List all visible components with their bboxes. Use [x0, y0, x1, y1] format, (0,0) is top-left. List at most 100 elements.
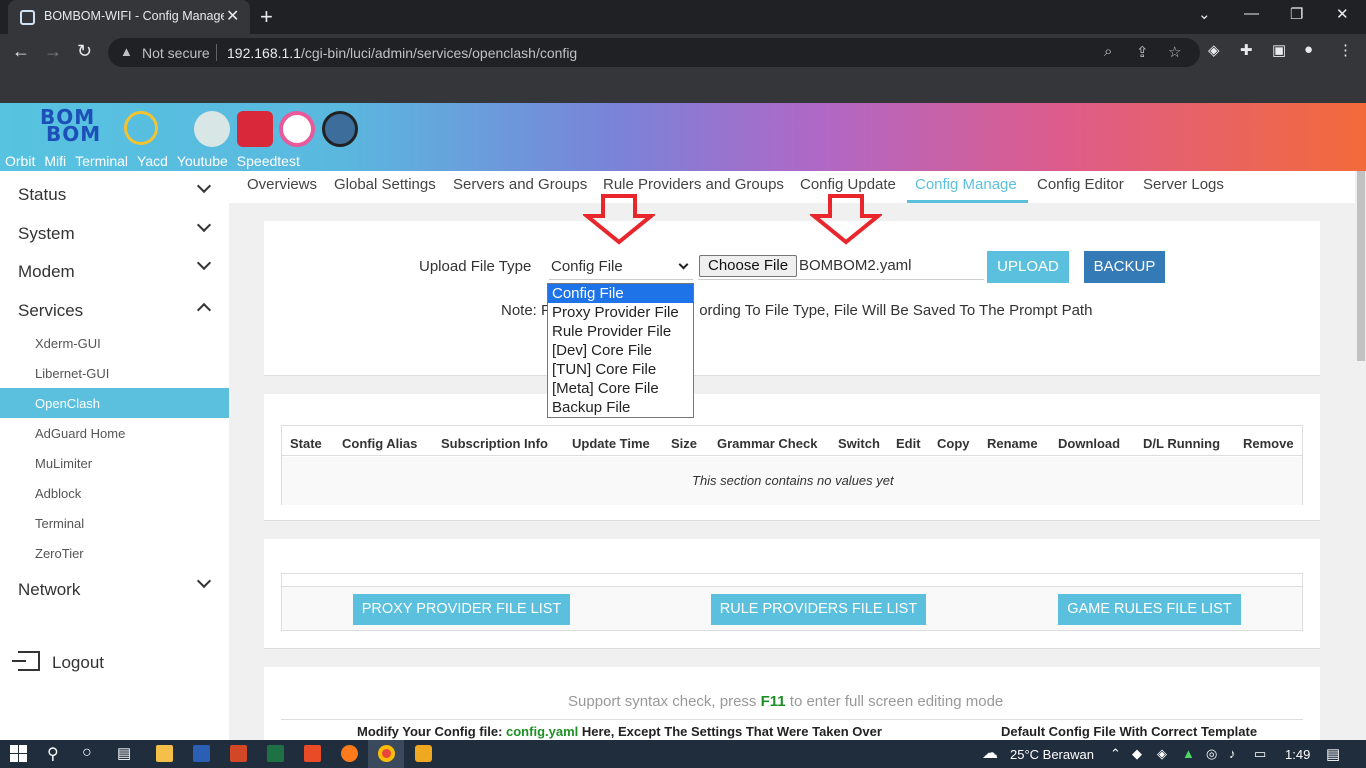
sidebar-sub-terminal[interactable]: Terminal	[0, 508, 229, 538]
tray-app-icon[interactable]: ◆	[1132, 746, 1142, 762]
window-close-icon[interactable]: ✕	[1336, 5, 1349, 23]
logout-icon[interactable]	[12, 651, 40, 671]
toplink-speedtest[interactable]: Speedtest	[237, 153, 300, 169]
restore-icon[interactable]: ❐	[1290, 5, 1303, 23]
share-icon[interactable]: ⇪	[1136, 43, 1149, 61]
tab-server-logs[interactable]: Server Logs	[1143, 176, 1224, 193]
sidebar-sub-openclash[interactable]: OpenClash	[0, 388, 229, 418]
profile-icon[interactable]: ●	[1304, 41, 1313, 58]
option-backup[interactable]: Backup File	[548, 398, 693, 417]
logo[interactable]: BOM BOM	[40, 107, 101, 144]
tab-config-manage[interactable]: Config Manage	[915, 176, 1017, 193]
sidebar-item-services[interactable]: Services	[0, 290, 229, 329]
toplink-youtube[interactable]: Youtube	[177, 153, 228, 169]
cortana-icon[interactable]: ○	[82, 744, 92, 762]
close-tab-icon[interactable]: ✕	[226, 6, 239, 26]
zoom-icon[interactable]: ⌕	[1104, 43, 1112, 60]
sidebar-item-modem[interactable]: Modem	[0, 251, 229, 290]
volume-icon[interactable]: ♪	[1229, 746, 1236, 761]
upload-type-select[interactable]: Config File	[549, 252, 693, 280]
tray-drive-icon[interactable]: ▲	[1182, 746, 1195, 761]
reload-icon[interactable]: ↻	[77, 41, 92, 62]
clock-time[interactable]: 1:49	[1285, 747, 1310, 762]
editor-panel: Support syntax check, press F11 to enter…	[264, 667, 1320, 740]
toplink-terminal[interactable]: Terminal	[75, 153, 128, 169]
mascot-icon-1[interactable]	[194, 111, 230, 147]
office-icon[interactable]	[304, 745, 321, 762]
toplink-mifi[interactable]: Mifi	[44, 153, 66, 169]
option-tun-core[interactable]: [TUN] Core File	[548, 360, 693, 379]
firefox-icon[interactable]	[341, 745, 358, 762]
game-rules-list-button[interactable]: GAME RULES FILE LIST	[1058, 594, 1241, 625]
sidebar-sub-label: AdGuard Home	[35, 426, 126, 441]
weather-cloud-icon[interactable]: ☁	[982, 743, 998, 763]
browser-tab[interactable]: BOMBOM-WIFI - Config Manage ✕	[8, 0, 250, 34]
tab-config-editor[interactable]: Config Editor	[1037, 176, 1124, 193]
scrollbar[interactable]	[1355, 171, 1366, 740]
option-proxy-provider[interactable]: Proxy Provider File	[548, 303, 693, 322]
new-tab-icon[interactable]: +	[260, 4, 273, 30]
notifications-icon[interactable]: ▤	[1326, 745, 1340, 763]
bookmark-star-icon[interactable]: ☆	[1168, 43, 1181, 61]
upload-button[interactable]: UPLOAD	[987, 251, 1069, 283]
battery-icon[interactable]: ▭	[1254, 746, 1266, 762]
weather-text[interactable]: 25°C Berawan	[1010, 747, 1094, 762]
option-config-file[interactable]: Config File	[548, 284, 693, 303]
file-input[interactable]: Choose File BOMBOM2.yaml	[698, 252, 984, 280]
url-text[interactable]: 192.168.1.1/cgi-bin/luci/admin/services/…	[227, 45, 577, 61]
extension-icon[interactable]: ◈	[1208, 41, 1220, 59]
menu-icon[interactable]: ⋮	[1338, 41, 1353, 59]
col-remove: Remove	[1243, 436, 1294, 451]
app-icon[interactable]	[415, 745, 432, 762]
chrome-icon[interactable]	[378, 745, 395, 762]
back-icon[interactable]: ←	[12, 41, 30, 62]
speed-gauge-icon[interactable]	[279, 111, 315, 147]
option-meta-core[interactable]: [Meta] Core File	[548, 379, 693, 398]
tab-config-update[interactable]: Config Update	[800, 176, 896, 193]
minimize-icon[interactable]: —	[1244, 5, 1259, 22]
sidebar-sub-zerotier[interactable]: ZeroTier	[0, 538, 229, 568]
powerpoint-icon[interactable]	[230, 745, 247, 762]
omnibox[interactable]: ▲ Not secure 192.168.1.1/cgi-bin/luci/ad…	[108, 38, 1200, 67]
mascot-icon-2[interactable]	[237, 111, 273, 147]
sidebar-sub-libernet[interactable]: Libernet-GUI	[0, 358, 229, 388]
not-secure-label[interactable]: Not secure	[142, 45, 210, 61]
side-panel-icon[interactable]: ▣	[1272, 41, 1286, 59]
rule-providers-list-button[interactable]: RULE PROVIDERS FILE LIST	[711, 594, 926, 625]
windows-start-icon[interactable]	[10, 745, 27, 762]
sidebar-item-status[interactable]: Status	[0, 174, 229, 213]
warning-icon[interactable]: ▲	[120, 44, 133, 59]
search-icon[interactable]: ⚲	[47, 744, 59, 764]
choose-file-button[interactable]: Choose File	[699, 255, 798, 277]
toplink-orbit[interactable]: Orbit	[5, 153, 35, 169]
puzzle-icon[interactable]: ✚	[1240, 41, 1253, 59]
tab-search-icon[interactable]: ⌄	[1198, 5, 1211, 23]
sidebar-sub-mulimiter[interactable]: MuLimiter	[0, 448, 229, 478]
option-rule-provider[interactable]: Rule Provider File	[548, 322, 693, 341]
sidebar-item-system[interactable]: System	[0, 213, 229, 252]
sidebar-sub-xderm[interactable]: Xderm-GUI	[0, 328, 229, 358]
tab-overviews[interactable]: Overviews	[247, 176, 317, 193]
tray-expand-icon[interactable]: ⌃	[1110, 746, 1121, 762]
proxy-provider-list-button[interactable]: PROXY PROVIDER FILE LIST	[353, 594, 570, 625]
sidebar-sub-adguard[interactable]: AdGuard Home	[0, 418, 229, 448]
excel-icon[interactable]	[267, 745, 284, 762]
word-icon[interactable]	[193, 745, 210, 762]
file-explorer-icon[interactable]	[156, 745, 173, 762]
mascot-icon-3[interactable]	[322, 111, 358, 147]
tab-global-settings[interactable]: Global Settings	[334, 176, 436, 193]
sidebar-item-network[interactable]: Network	[0, 569, 229, 608]
network-globe-icon[interactable]: ◎	[1206, 746, 1217, 762]
toplink-yacd[interactable]: Yacd	[137, 153, 168, 169]
sidebar-sub-adblock[interactable]: Adblock	[0, 478, 229, 508]
tab-rule-providers[interactable]: Rule Providers and Groups	[603, 176, 784, 193]
sidebar-label: Network	[18, 580, 81, 599]
tray-extension-icon[interactable]: ◈	[1157, 746, 1167, 762]
forward-icon[interactable]: →	[44, 41, 62, 62]
tab-servers-groups[interactable]: Servers and Groups	[453, 176, 587, 193]
scrollbar-thumb[interactable]	[1357, 171, 1365, 361]
backup-button[interactable]: BACKUP	[1084, 251, 1165, 283]
option-dev-core[interactable]: [Dev] Core File	[548, 341, 693, 360]
task-view-icon[interactable]: ▤	[117, 744, 131, 762]
logout-link[interactable]: Logout	[52, 653, 104, 673]
